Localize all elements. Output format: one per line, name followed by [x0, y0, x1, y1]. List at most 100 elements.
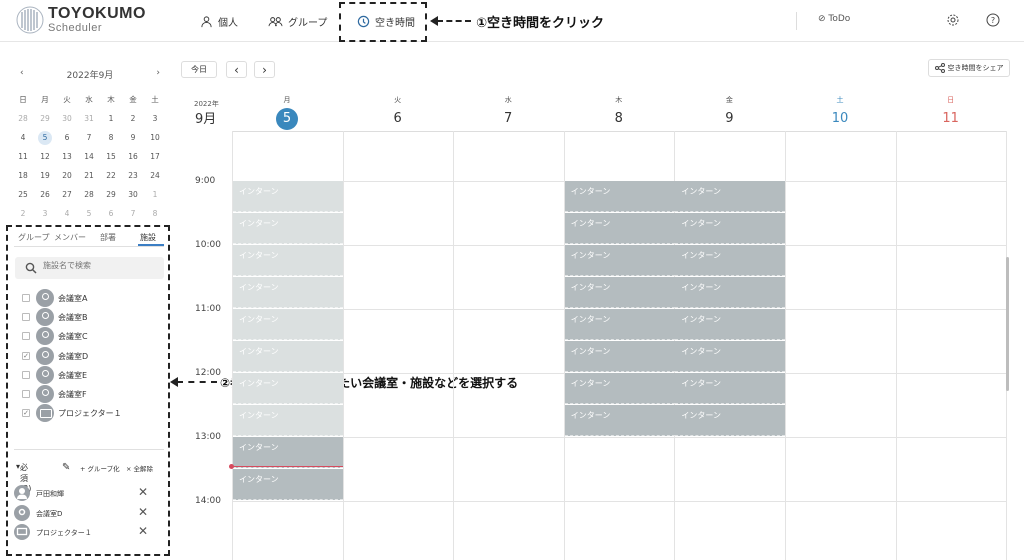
mini-day[interactable]: 6 — [56, 128, 78, 147]
mini-day[interactable]: 4 — [12, 128, 34, 147]
day-number: 10 — [831, 111, 849, 126]
mini-day[interactable]: 11 — [12, 147, 34, 166]
day-weekday: 金 — [725, 96, 733, 104]
event-block[interactable]: インターン — [233, 469, 343, 500]
mini-day[interactable]: 13 — [56, 147, 78, 166]
mini-day[interactable]: 12 — [34, 147, 56, 166]
event-block[interactable]: インターン — [564, 405, 675, 436]
mini-day[interactable]: 15 — [100, 147, 122, 166]
arrow-line-1 — [437, 20, 471, 22]
mini-day[interactable]: 7 — [122, 204, 144, 223]
event-block[interactable]: インターン — [233, 213, 343, 244]
event-block[interactable]: インターン — [675, 245, 786, 276]
mini-day[interactable]: 8 — [144, 204, 166, 223]
nav-group[interactable]: グループ — [268, 0, 327, 42]
mini-day[interactable]: 28 — [78, 185, 100, 204]
mini-weekday-row: 日月火水木金土 — [12, 90, 166, 109]
mini-day[interactable]: 3 — [34, 204, 56, 223]
mini-day[interactable]: 1 — [144, 185, 166, 204]
annotation-step1: ①空き時間をクリック — [476, 16, 605, 31]
mini-day[interactable]: 30 — [56, 109, 78, 128]
mini-weekday: 水 — [85, 95, 93, 104]
mini-day[interactable]: 5 — [34, 128, 56, 147]
mini-day[interactable]: 22 — [100, 166, 122, 185]
event-block[interactable]: インターン — [564, 341, 675, 372]
toyokumo-logo[interactable] — [16, 6, 44, 34]
day-header[interactable]: 水7 — [453, 95, 563, 130]
mini-day[interactable]: 27 — [56, 185, 78, 204]
event-block[interactable]: インターン — [675, 277, 786, 308]
app-header: TOYOKUMO Scheduler 個人 グループ 空き時間 ①空き時間をクリ… — [0, 0, 1024, 42]
day-header[interactable]: 火6 — [343, 95, 453, 130]
nav-personal[interactable]: 個人 — [200, 0, 238, 42]
event-block[interactable]: インターン — [564, 213, 675, 244]
mini-day[interactable]: 18 — [12, 166, 34, 185]
mini-day[interactable]: 5 — [78, 204, 100, 223]
event-block[interactable]: インターン — [564, 181, 675, 212]
mini-prev-button[interactable]: ‹ — [20, 68, 24, 82]
day-header[interactable]: 月5 — [232, 95, 342, 130]
event-block[interactable]: インターン — [675, 373, 786, 404]
mini-next-button[interactable]: › — [156, 68, 160, 82]
mini-day[interactable]: 21 — [78, 166, 100, 185]
mini-day[interactable]: 19 — [34, 166, 56, 185]
prev-week-button[interactable]: ‹ — [226, 61, 247, 78]
event-block[interactable]: インターン — [233, 245, 343, 276]
event-block[interactable]: インターン — [233, 341, 343, 372]
event-block[interactable]: インターン — [675, 213, 786, 244]
event-block[interactable]: インターン — [233, 181, 343, 212]
gear-icon[interactable] — [946, 13, 960, 27]
share-icon — [934, 63, 945, 73]
help-icon[interactable]: ? — [986, 13, 1000, 27]
event-block[interactable]: インターン — [564, 245, 675, 276]
event-block[interactable]: インターン — [233, 277, 343, 308]
mini-day[interactable]: 10 — [144, 128, 166, 147]
mini-day[interactable]: 31 — [78, 109, 100, 128]
event-block[interactable]: インターン — [675, 309, 786, 340]
mini-day[interactable]: 24 — [144, 166, 166, 185]
mini-day[interactable]: 4 — [56, 204, 78, 223]
mini-day[interactable]: 28 — [12, 109, 34, 128]
event-block[interactable]: インターン — [233, 309, 343, 340]
time-label: 11:00 — [195, 304, 221, 314]
mini-day[interactable]: 23 — [122, 166, 144, 185]
event-block[interactable]: インターン — [233, 405, 343, 436]
mini-day[interactable]: 17 — [144, 147, 166, 166]
day-header[interactable]: 金9 — [674, 95, 784, 130]
share-free-time-button[interactable]: 空き時間をシェア — [928, 59, 1010, 77]
mini-day[interactable]: 29 — [34, 109, 56, 128]
mini-day[interactable]: 2 — [12, 204, 34, 223]
mini-day[interactable]: 20 — [56, 166, 78, 185]
mini-day[interactable]: 25 — [12, 185, 34, 204]
event-block[interactable]: インターン — [564, 277, 675, 308]
event-block[interactable]: インターン — [564, 309, 675, 340]
share-label: 空き時間をシェア — [947, 64, 1004, 72]
mini-day[interactable]: 2 — [122, 109, 144, 128]
mini-day[interactable]: 9 — [122, 128, 144, 147]
mini-day[interactable]: 30 — [122, 185, 144, 204]
day-header[interactable]: 日 11 — [896, 95, 1006, 130]
calendar-scrollbar[interactable] — [1006, 257, 1009, 391]
day-header[interactable]: 土 10 — [785, 95, 895, 130]
event-block[interactable]: インターン — [233, 437, 343, 468]
day-header[interactable]: 木8 — [564, 95, 674, 130]
event-block[interactable]: インターン — [675, 181, 786, 212]
event-block[interactable]: インターン — [233, 373, 343, 404]
todo-link[interactable]: ⊘ ToDo — [818, 14, 850, 24]
day-number: 5 — [276, 108, 298, 130]
mini-day[interactable]: 7 — [78, 128, 100, 147]
mini-weekday: 土 — [151, 95, 159, 104]
mini-day[interactable]: 16 — [122, 147, 144, 166]
mini-day[interactable]: 6 — [100, 204, 122, 223]
mini-day[interactable]: 26 — [34, 185, 56, 204]
mini-day[interactable]: 1 — [100, 109, 122, 128]
mini-day[interactable]: 8 — [100, 128, 122, 147]
event-block[interactable]: インターン — [675, 405, 786, 436]
today-button[interactable]: 今日 — [181, 61, 217, 78]
mini-day[interactable]: 3 — [144, 109, 166, 128]
mini-day[interactable]: 14 — [78, 147, 100, 166]
mini-day[interactable]: 29 — [100, 185, 122, 204]
next-week-button[interactable]: › — [254, 61, 275, 78]
event-block[interactable]: インターン — [564, 373, 675, 404]
event-block[interactable]: インターン — [675, 341, 786, 372]
